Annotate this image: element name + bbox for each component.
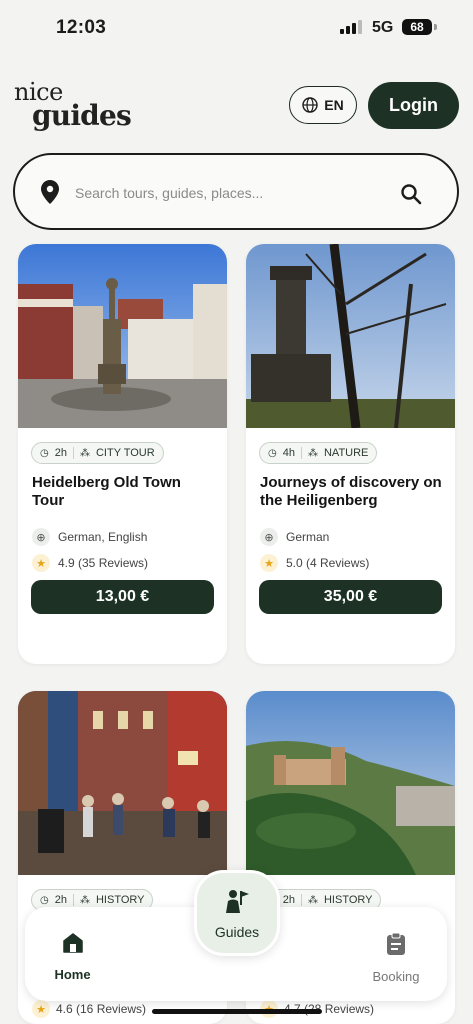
tour-photo-heiligenberg-tower: [246, 244, 455, 428]
star-icon: ★: [260, 554, 278, 572]
tour-rating-row: ★ 5.0 (4 Reviews): [260, 554, 369, 572]
tour-price-button[interactable]: 13,00 €: [31, 580, 214, 614]
tour-card[interactable]: ◷ 2h ⁂ CITY TOUR Heidelberg Old Town Tou…: [18, 244, 227, 664]
tour-rating: 4.6 (16 Reviews): [56, 1002, 147, 1016]
location-pin-icon: [41, 180, 59, 204]
star-icon: ★: [32, 1000, 50, 1018]
tour-rating: 5.0 (4 Reviews): [286, 556, 370, 570]
tour-rating-row: ★ 4.9 (35 Reviews): [32, 554, 148, 572]
tour-rating: 4.9 (35 Reviews): [58, 556, 149, 570]
search-bar[interactable]: [13, 153, 459, 230]
tour-category: NATURE: [323, 447, 369, 459]
tour-title: Heidelberg Old Town Tour: [32, 474, 181, 509]
nice-guides-logo[interactable]: nice guides: [14, 80, 132, 132]
tour-title: Journeys of discovery on the Heiligenber…: [260, 474, 442, 509]
category-icon: ⁂: [307, 894, 318, 906]
language-button[interactable]: EN: [289, 86, 357, 124]
network-type: 5G: [372, 19, 394, 36]
tag-divider: [72, 447, 74, 459]
status-bar: 12:03 5G 68: [0, 0, 473, 56]
booking-clipboard-icon: [387, 932, 405, 955]
login-button[interactable]: Login: [368, 82, 459, 129]
tag-divider: [300, 894, 302, 906]
tour-languages: German: [286, 530, 330, 544]
search-icon[interactable]: [399, 182, 423, 206]
guide-flag-icon: [226, 890, 249, 913]
globe-icon: ⊕: [32, 528, 50, 546]
nav-booking[interactable]: Booking: [361, 932, 431, 984]
globe-icon: ⊕: [260, 528, 278, 546]
battery-tip: [434, 24, 437, 30]
battery-icon: 68: [402, 19, 432, 35]
tour-card[interactable]: ◷ 4h ⁂ NATURE Journeys of discovery on t…: [246, 244, 455, 664]
tour-price-button[interactable]: 35,00 €: [259, 580, 442, 614]
clock-icon: ◷: [268, 447, 277, 459]
tour-duration: 2h: [54, 894, 67, 906]
globe-icon: [302, 97, 318, 113]
tour-tags: ◷ 4h ⁂ NATURE: [259, 442, 378, 464]
tag-divider: [72, 894, 74, 906]
cellular-signal-icon: [340, 20, 362, 34]
tour-category: HISTORY: [323, 894, 373, 906]
category-icon: ⁂: [79, 447, 90, 459]
category-icon: ⁂: [307, 447, 318, 459]
clock-icon: ◷: [40, 447, 49, 459]
tour-category: HISTORY: [95, 894, 145, 906]
tour-duration: 4h: [282, 447, 295, 459]
tour-tags: ◷ 2h ⁂ CITY TOUR: [31, 442, 164, 464]
tour-category: CITY TOUR: [95, 447, 155, 459]
status-time: 12:03: [56, 17, 107, 38]
logo-line-2: guides: [32, 99, 132, 132]
star-icon: ★: [32, 554, 50, 572]
tour-languages: German, English: [58, 530, 148, 544]
language-label: EN: [324, 97, 344, 113]
tag-divider: [300, 447, 302, 459]
home-icon: [62, 933, 83, 953]
category-icon: ⁂: [79, 894, 90, 906]
tour-photo-evening-street: [18, 691, 227, 875]
tour-languages-row: ⊕ German, English: [32, 528, 147, 546]
tour-photo-heidelberg-castle: [246, 691, 455, 875]
nav-home[interactable]: Home: [45, 932, 100, 982]
tour-duration: 2h: [282, 894, 295, 906]
tour-photo-heidelberg-square: [18, 244, 227, 428]
nav-booking-label: Booking: [372, 969, 420, 984]
tour-duration: 2h: [54, 447, 67, 459]
tour-rating-row: ★ 4.6 (16 Reviews): [32, 1000, 146, 1018]
tour-languages-row: ⊕ German: [260, 528, 329, 546]
search-input[interactable]: [73, 179, 367, 207]
nav-guides-label: Guides: [214, 924, 260, 940]
nav-home-label: Home: [54, 967, 91, 982]
home-indicator: [152, 1009, 322, 1014]
clock-icon: ◷: [40, 894, 49, 906]
nav-guides-button[interactable]: Guides: [194, 870, 280, 956]
